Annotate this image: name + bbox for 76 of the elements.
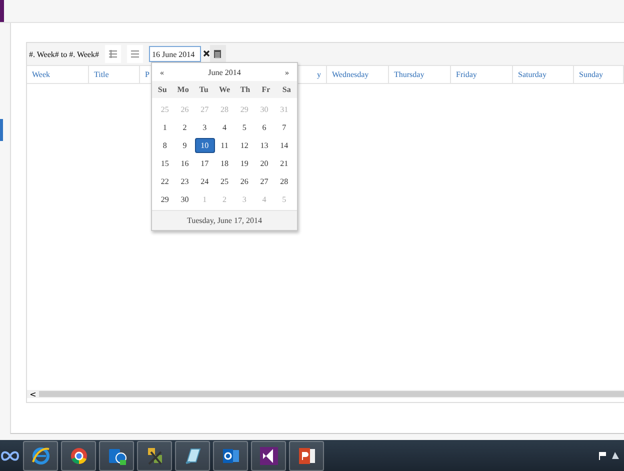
calendar-button[interactable]: [210, 45, 226, 63]
calendar-day[interactable]: 2: [174, 120, 195, 135]
chrome-icon: [68, 446, 88, 466]
infinity-icon: [1, 450, 19, 462]
weekday-label: Mo: [176, 85, 190, 94]
flag-icon[interactable]: [598, 451, 607, 460]
weekday-label: Sa: [281, 85, 292, 94]
weekday-label: Tu: [198, 85, 210, 94]
column-header[interactable]: Friday: [451, 66, 513, 83]
weekday-label: Th: [239, 85, 252, 94]
taskbar-button[interactable]: [137, 440, 172, 470]
visual-studio-icon: [258, 446, 278, 466]
calendar-day[interactable]: 7: [274, 120, 294, 135]
taskbar-button[interactable]: [175, 440, 210, 470]
list-icon: [130, 50, 139, 58]
calendar-day[interactable]: 6: [254, 120, 274, 135]
taskbar-button[interactable]: [99, 440, 134, 470]
calendar-day[interactable]: 10: [194, 138, 215, 153]
taskbar-button[interactable]: [23, 440, 58, 470]
calendar-day[interactable]: 19: [234, 156, 254, 171]
calendar-day[interactable]: 8: [155, 138, 175, 153]
calendar-day[interactable]: 20: [254, 156, 274, 171]
column-header[interactable]: Sunday: [574, 66, 624, 83]
calendar-day[interactable]: 29: [155, 192, 175, 207]
calendar-day[interactable]: 28: [274, 174, 294, 189]
calendar-day[interactable]: 23: [174, 174, 195, 189]
slides-app-icon: [296, 446, 316, 466]
month-title: June 2014: [208, 68, 241, 76]
scrollbar-thumb[interactable]: [39, 391, 624, 397]
calendar-day[interactable]: 11: [214, 138, 234, 153]
calendar-day[interactable]: 17: [194, 156, 215, 171]
previous-month-button[interactable]: «: [158, 68, 166, 76]
taskbar-button[interactable]: [213, 440, 248, 470]
calendar-day[interactable]: 30: [174, 192, 195, 207]
column-header[interactable]: Saturday: [513, 66, 574, 83]
network-icon[interactable]: [611, 451, 620, 460]
grid-icon: [108, 50, 117, 58]
letter-e-icon: [30, 446, 50, 466]
today-link[interactable]: Tuesday, June 17, 2014: [152, 210, 297, 230]
week-range-label: #. Week# to #. Week#: [29, 50, 99, 58]
calendar-day[interactable]: 24: [194, 174, 215, 189]
calendar-day[interactable]: 5: [234, 120, 254, 135]
taskbar-button[interactable]: [289, 440, 324, 470]
calendar-day[interactable]: 18: [214, 156, 234, 171]
next-month-button[interactable]: »: [282, 68, 291, 76]
clear-icon[interactable]: [202, 50, 210, 56]
taskbar-button[interactable]: [61, 440, 96, 470]
calendar-day[interactable]: 9: [174, 138, 195, 153]
calendar-day[interactable]: 27: [254, 174, 274, 189]
column-header[interactable]: Week: [27, 66, 89, 83]
calendar-day[interactable]: 16: [174, 156, 195, 171]
column-header[interactable]: Wednesday: [327, 66, 389, 83]
calendar-day[interactable]: 1: [155, 120, 175, 135]
scroll-left-button[interactable]: <: [27, 390, 39, 398]
column-header[interactable]: Thursday: [389, 66, 451, 83]
calendar-day[interactable]: 3: [194, 120, 215, 135]
list-view-button[interactable]: [126, 45, 143, 63]
taskbar-button[interactable]: [251, 440, 286, 470]
calendar-day[interactable]: 13: [254, 138, 274, 153]
calendar-day[interactable]: 25: [214, 174, 234, 189]
calendar-day[interactable]: 14: [274, 138, 294, 153]
column-header[interactable]: Title: [89, 66, 140, 83]
calendar-icon: [214, 50, 222, 58]
weekday-label: We: [218, 85, 232, 94]
calendar-day[interactable]: 22: [155, 174, 175, 189]
calendar-day[interactable]: 4: [214, 120, 234, 135]
weekday-label: Su: [156, 85, 168, 94]
grid-view-button[interactable]: [104, 45, 121, 63]
calendar-day[interactable]: 15: [155, 156, 175, 171]
sidebar-selection-marker: [0, 119, 3, 141]
weekday-label: Fr: [260, 85, 272, 94]
calendar-day[interactable]: 26: [234, 174, 254, 189]
calendar-day[interactable]: 12: [234, 138, 254, 153]
app-accent-bar: [0, 0, 4, 22]
date-field[interactable]: 16 June 2014: [148, 46, 201, 62]
calendar-day[interactable]: 21: [274, 156, 294, 171]
